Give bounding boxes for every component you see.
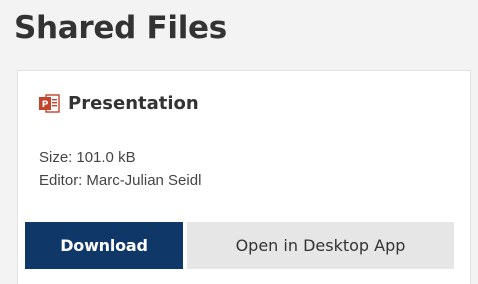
file-header: P Presentation — [39, 93, 199, 114]
file-name: Presentation — [68, 93, 199, 114]
powerpoint-file-icon: P — [39, 93, 60, 114]
file-size-label: Size: — [39, 149, 73, 166]
file-editor: Editor: Marc-Julian Seidl — [39, 172, 201, 189]
shared-files-page: Shared Files P Presentation Size: 101.0 k… — [0, 0, 478, 284]
svg-text:P: P — [42, 100, 49, 110]
page-title: Shared Files — [14, 10, 227, 46]
file-size-value: 101.0 kB — [76, 149, 136, 166]
file-editor-label: Editor: — [39, 172, 83, 189]
file-editor-value: Marc-Julian Seidl — [86, 172, 202, 189]
file-size: Size: 101.0 kB — [39, 149, 136, 166]
download-button[interactable]: Download — [25, 222, 183, 269]
open-in-desktop-app-button[interactable]: Open in Desktop App — [187, 222, 454, 269]
file-card: P Presentation Size: 101.0 kB Editor: Marc… — [17, 70, 471, 284]
